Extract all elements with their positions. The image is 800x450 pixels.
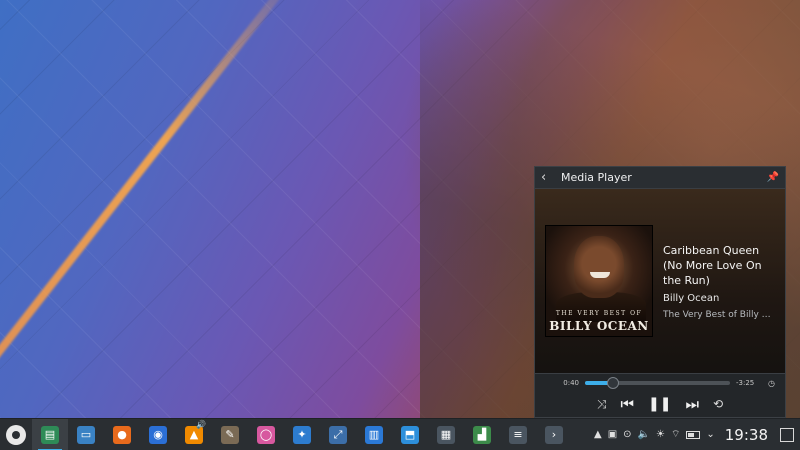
task-vlc[interactable]: ▲ 🔊 — [176, 419, 212, 450]
task-terminal[interactable]: › — [536, 419, 572, 450]
thunderbird-icon: ◉ — [149, 425, 167, 444]
cover-title: BILLY OCEAN — [549, 319, 649, 333]
task-kdenlive[interactable]: ✦ — [284, 419, 320, 450]
kstars-icon: ⤢ — [329, 425, 347, 444]
volume-icon[interactable]: 🔈 — [638, 429, 650, 440]
clock-icon[interactable]: ◷ — [768, 379, 775, 388]
discover-icon: ⬒ — [401, 425, 419, 444]
media-tray-icon[interactable]: ⊙ — [623, 429, 631, 440]
back-icon[interactable]: ‹ — [541, 170, 555, 185]
vlc-tray-icon[interactable]: ▲ — [594, 429, 602, 440]
kdenlive-icon: ✦ — [293, 425, 311, 444]
cover-subtitle: THE VERY BEST OF — [555, 310, 643, 317]
pause-icon[interactable]: ❚❚ — [648, 396, 671, 412]
terminal-icon: › — [545, 425, 563, 444]
progress-handle[interactable] — [606, 377, 619, 389]
media-player-header: ‹ Media Player 📌 — [535, 167, 785, 189]
media-app-icon: ◯ — [257, 425, 275, 444]
progress-slider[interactable] — [585, 377, 731, 389]
system-monitor-icon: ▤ — [41, 425, 59, 444]
calculator-icon: ▦ — [437, 425, 455, 444]
settings-icon: ≡ — [509, 425, 527, 444]
system-tray: ▲ ▣ ⊙ 🔈 ☀ ⌔ ⌄ 19:38 — [594, 426, 800, 444]
file-manager-icon: ▭ — [77, 425, 95, 444]
next-icon[interactable]: ⏭ — [686, 395, 700, 413]
chart-app-icon: ▟ — [473, 425, 491, 444]
cover-figure-face — [574, 236, 624, 298]
playback-buttons: ⤨ ⏮ ❚❚ ⏭ ⟲ — [535, 392, 785, 416]
task-kstars[interactable]: ⤢ — [320, 419, 356, 450]
digital-clock[interactable]: 19:38 — [725, 426, 768, 444]
album-art-area: THE VERY BEST OF BILLY OCEAN Caribbean Q… — [535, 189, 785, 373]
task-discover[interactable]: ⬒ — [392, 419, 428, 450]
task-file-manager[interactable]: ▭ — [68, 419, 104, 450]
task-thunderbird[interactable]: ◉ — [140, 419, 176, 450]
battery-icon[interactable] — [686, 430, 701, 439]
taskbar: ▤ ▭ ● ◉ ▲ 🔊 ✎ ◯ ✦ ⤢ ▥ ⬒ ▦ ▟ ≡ › ▲ ▣ ⊙ 🔈 ☀ ⌔ ⌄ 19:38 — [0, 418, 800, 450]
track-info: Caribbean Queen (No More Love On the Run… — [663, 243, 775, 320]
task-settings[interactable]: ≡ — [500, 419, 536, 450]
playback-controls: 0:40 -3:25 ◷ ⤨ ⏮ ❚❚ ⏭ ⟲ — [535, 373, 785, 417]
media-player-popup: ‹ Media Player 📌 THE VERY BEST OF BILLY … — [534, 166, 786, 418]
repeat-icon[interactable]: ⟲ — [713, 397, 723, 411]
audio-playing-icon: 🔊 — [196, 419, 206, 429]
chevron-down-icon[interactable]: ⌄ — [706, 429, 714, 440]
task-manager: ▤ ▭ ● ◉ ▲ 🔊 ✎ ◯ ✦ ⤢ ▥ ⬒ ▦ ▟ ≡ › — [32, 418, 572, 450]
elapsed-time: 0:40 — [563, 379, 579, 387]
task-system-monitor[interactable]: ▤ — [32, 418, 68, 450]
remaining-time: -3:25 — [736, 379, 755, 387]
firefox-icon: ● — [113, 425, 131, 444]
progress-row: 0:40 -3:25 ◷ — [535, 374, 785, 392]
show-desktop-icon[interactable] — [780, 427, 794, 442]
pin-icon[interactable]: 📌 — [767, 172, 779, 183]
task-media-app[interactable]: ◯ — [248, 419, 284, 450]
application-launcher[interactable] — [0, 419, 32, 450]
task-firefox[interactable]: ● — [104, 419, 140, 450]
writer-icon: ▥ — [365, 425, 383, 444]
task-chart-app[interactable]: ▟ — [464, 419, 500, 450]
task-calculator[interactable]: ▦ — [428, 419, 464, 450]
track-album: The Very Best of Billy Oce... — [663, 309, 775, 320]
clipboard-icon[interactable]: ▣ — [608, 429, 617, 440]
media-player-title: Media Player — [561, 171, 632, 184]
launcher-icon — [6, 424, 26, 445]
album-cover: THE VERY BEST OF BILLY OCEAN — [545, 225, 653, 337]
track-artist: Billy Ocean — [663, 292, 720, 304]
task-writer[interactable]: ▥ — [356, 419, 392, 450]
track-title: Caribbean Queen (No More Love On the Run… — [663, 243, 762, 287]
brightness-icon[interactable]: ☀ — [656, 429, 665, 440]
previous-icon[interactable]: ⏮ — [621, 395, 635, 413]
wifi-icon[interactable]: ⌔ — [671, 428, 680, 441]
shuffle-icon[interactable]: ⤨ — [597, 397, 607, 412]
gimp-icon: ✎ — [221, 425, 239, 444]
task-gimp[interactable]: ✎ — [212, 419, 248, 450]
cover-figure-smile — [590, 272, 610, 278]
